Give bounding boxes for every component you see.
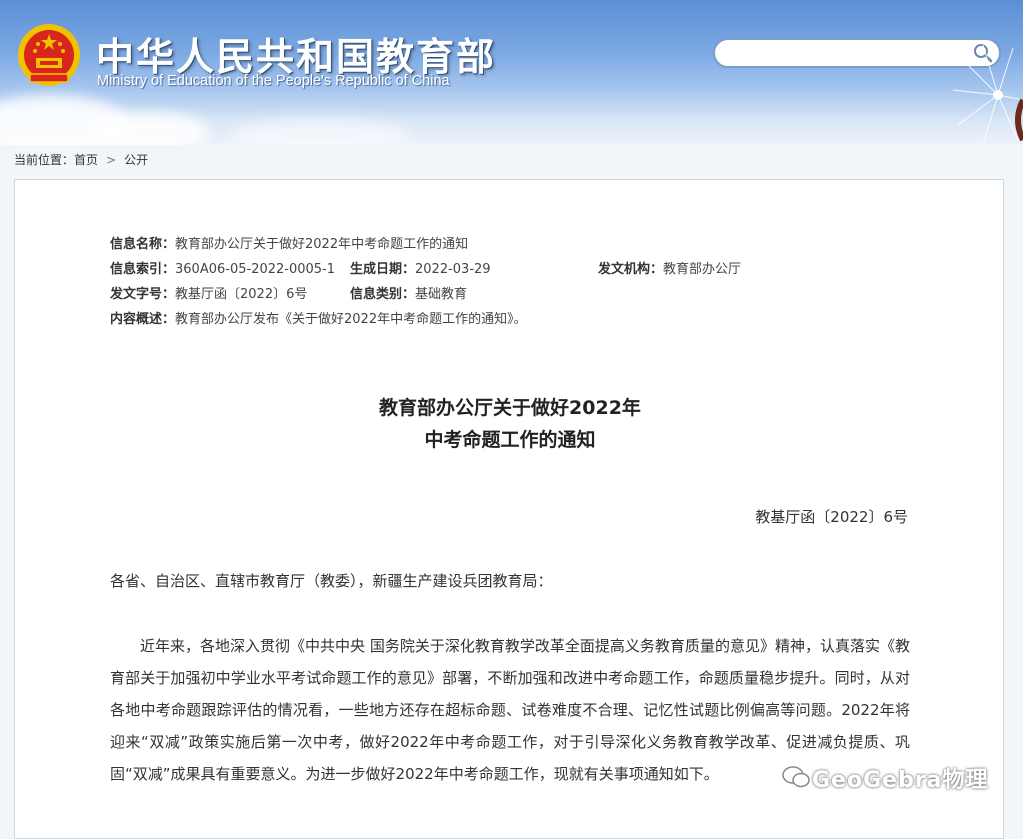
meta-category-label: 信息类别： bbox=[350, 287, 416, 302]
meta-row-summary: 内容概述：教育部办公厅发布《关于做好2022年中考命题工作的通知》。 bbox=[110, 307, 527, 332]
meta-row-index: 信息索引：360A06-05-2022-0005-1 生成日期：2022-03-… bbox=[110, 257, 741, 282]
meta-category: 信息类别：基础教育 bbox=[350, 282, 467, 307]
meta-summary-value: 教育部办公厅发布《关于做好2022年中考命题工作的通知》。 bbox=[175, 312, 527, 327]
meta-org-label: 发文机构： bbox=[598, 262, 664, 277]
document-title-line2: 中考命题工作的通知 bbox=[424, 429, 596, 451]
breadcrumb-current-link[interactable]: 公开 bbox=[124, 153, 148, 167]
document-title-line1: 教育部办公厅关于做好2022年 bbox=[379, 397, 641, 419]
meta-docno-label: 发文字号： bbox=[110, 287, 176, 302]
national-emblem-icon bbox=[18, 24, 80, 86]
cloud-decoration bbox=[90, 112, 210, 145]
meta-org: 发文机构：教育部办公厅 bbox=[598, 257, 741, 282]
meta-name-value: 教育部办公厅关于做好2022年中考命题工作的通知 bbox=[175, 237, 469, 252]
search-input[interactable] bbox=[725, 43, 969, 65]
meta-docno-value: 教基厅函〔2022〕6号 bbox=[175, 287, 308, 302]
document-number: 教基厅函〔2022〕6号 bbox=[755, 508, 908, 526]
site-title-english: Ministry of Education of the People's Re… bbox=[97, 73, 450, 89]
watermark-text: GeoGebra物理 bbox=[812, 768, 989, 793]
wechat-icon bbox=[782, 766, 810, 788]
breadcrumb-prefix: 当前位置： bbox=[14, 153, 75, 167]
content-card: 信息名称：教育部办公厅关于做好2022年中考命题工作的通知 信息索引：360A0… bbox=[14, 179, 1004, 839]
meta-date-value: 2022-03-29 bbox=[415, 262, 491, 277]
breadcrumb-home-link[interactable]: 首页 bbox=[74, 153, 98, 167]
site-header: 中华人民共和国教育部 Ministry of Education of the … bbox=[0, 0, 1023, 145]
breadcrumb-separator: > bbox=[106, 153, 117, 167]
cloud-decoration bbox=[230, 118, 410, 145]
document-title: 教育部办公厅关于做好2022年 中考命题工作的通知 bbox=[15, 392, 1005, 456]
document-salutation: 各省、自治区、直辖市教育厅（教委），新疆生产建设兵团教育局： bbox=[110, 572, 553, 590]
meta-date-label: 生成日期： bbox=[350, 262, 416, 277]
meta-row-docno: 发文字号：教基厅函〔2022〕6号 信息类别：基础教育 bbox=[110, 282, 527, 307]
dandelion-decoration-icon bbox=[952, 44, 1023, 145]
document-metadata: 信息名称：教育部办公厅关于做好2022年中考命题工作的通知 信息索引：360A0… bbox=[110, 232, 741, 332]
meta-index-value: 360A06-05-2022-0005-1 bbox=[175, 262, 336, 277]
meta-index-label: 信息索引： bbox=[110, 262, 176, 277]
meta-name-label: 信息名称： bbox=[110, 237, 176, 252]
meta-row-name: 信息名称：教育部办公厅关于做好2022年中考命题工作的通知 bbox=[110, 232, 527, 257]
meta-org-value: 教育部办公厅 bbox=[663, 262, 742, 277]
breadcrumb: 当前位置：首页 > 公开 bbox=[14, 151, 148, 168]
meta-category-value: 基础教育 bbox=[415, 287, 468, 302]
meta-date: 生成日期：2022-03-29 bbox=[350, 257, 491, 282]
meta-summary-label: 内容概述： bbox=[110, 312, 176, 327]
